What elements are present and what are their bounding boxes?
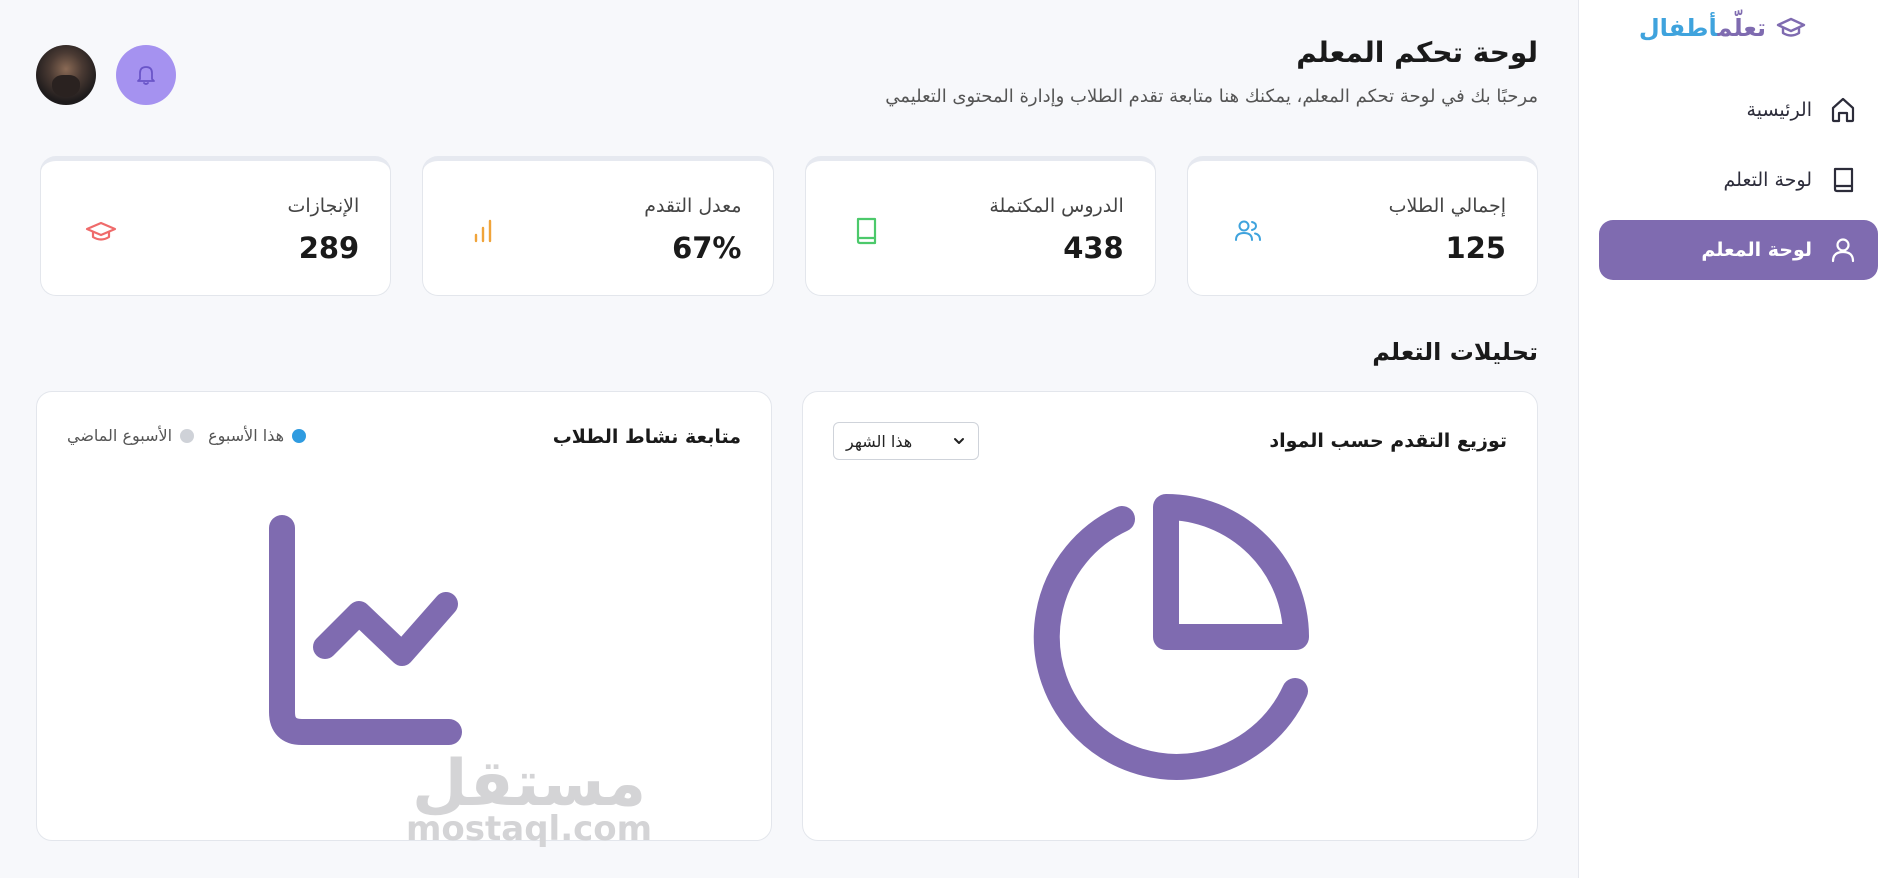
subject-progress-panel: توزيع التقدم حسب المواد هذا الشهر — [802, 391, 1538, 841]
sidebar: تعلّمأطفال الرئيسية لوحة التعلم لوحة الم… — [1578, 0, 1892, 878]
period-select[interactable]: هذا الشهر — [833, 422, 979, 460]
watermark: مستقل mostaql.com — [406, 752, 652, 846]
legend-item-this-week[interactable]: هذا الأسبوع — [208, 426, 307, 445]
chart-legend: هذا الأسبوع الأسبوع الماضي — [67, 426, 307, 445]
book-icon — [1833, 167, 1854, 193]
watermark-arabic: مستقل — [412, 747, 647, 821]
legend-dot — [180, 428, 195, 443]
home-icon — [1831, 97, 1855, 123]
stat-label: إجمالي الطلاب — [1388, 195, 1506, 217]
graduation-cap-icon — [1776, 17, 1806, 37]
sidebar-item-teacher[interactable]: لوحة المعلم — [1599, 220, 1878, 280]
watermark-url: mostaql.com — [406, 809, 653, 849]
period-select-value: هذا الشهر — [846, 431, 913, 451]
section-title: تحليلات التعلم — [1372, 338, 1538, 366]
stats-row: إجمالي الطلاب 125 الدروس المكتملة 438 مع… — [40, 156, 1538, 296]
stat-value: 125 — [1445, 231, 1506, 265]
stat-value: 67% — [672, 231, 742, 265]
bar-chart-icon — [475, 219, 492, 243]
stat-card-progress: معدل التقدم 67% — [422, 156, 774, 296]
logo[interactable]: تعلّمأطفال — [1639, 14, 1806, 42]
stat-label: الإنجازات — [287, 195, 360, 217]
stat-card-achievements: الإنجازات 289 — [40, 156, 392, 296]
notifications-button[interactable] — [116, 45, 176, 105]
user-icon — [1831, 238, 1855, 263]
main-content: لوحة تحكم المعلم مرحبًا بك في لوحة تحكم … — [0, 0, 1578, 878]
sidebar-item-learning[interactable]: لوحة التعلم — [1599, 150, 1878, 210]
graduation-cap-icon — [85, 221, 117, 241]
stat-label: الدروس المكتملة — [989, 195, 1124, 217]
sidebar-nav: الرئيسية لوحة التعلم لوحة المعلم — [1599, 80, 1878, 290]
legend-label: هذا الأسبوع — [208, 426, 285, 445]
logo-text: تعلّمأطفال — [1638, 14, 1766, 42]
page-subtitle: مرحبًا بك في لوحة تحكم المعلم، يمكنك هنا… — [885, 86, 1538, 107]
pie-chart-icon — [1033, 494, 1309, 780]
sidebar-item-label: لوحة المعلم — [1701, 239, 1812, 261]
sidebar-item-home[interactable]: الرئيسية — [1599, 80, 1878, 140]
stat-label: معدل التقدم — [644, 195, 742, 217]
page-title: لوحة تحكم المعلم — [1296, 36, 1538, 69]
stat-value: 438 — [1063, 231, 1124, 265]
legend-dot — [292, 428, 307, 443]
users-icon — [1234, 220, 1261, 241]
avatar[interactable] — [36, 45, 96, 105]
chevron-down-icon — [954, 438, 964, 444]
legend-item-last-week[interactable]: الأسبوع الماضي — [67, 426, 195, 445]
bell-icon — [137, 66, 155, 85]
stat-card-students: إجمالي الطلاب 125 — [1186, 156, 1538, 296]
stat-card-lessons: الدروس المكتملة 438 — [804, 156, 1156, 296]
panel-title: متابعة نشاط الطلاب — [552, 426, 741, 448]
header-actions — [36, 45, 176, 105]
legend-label: الأسبوع الماضي — [67, 426, 173, 445]
sidebar-item-label: الرئيسية — [1746, 99, 1812, 121]
stat-value: 289 — [298, 231, 360, 265]
panel-title: توزيع التقدم حسب المواد — [1269, 430, 1507, 452]
sidebar-item-label: لوحة التعلم — [1723, 169, 1812, 191]
student-activity-panel: متابعة نشاط الطلاب هذا الأسبوع الأسبوع ا… — [36, 391, 772, 841]
book-icon — [856, 217, 876, 245]
